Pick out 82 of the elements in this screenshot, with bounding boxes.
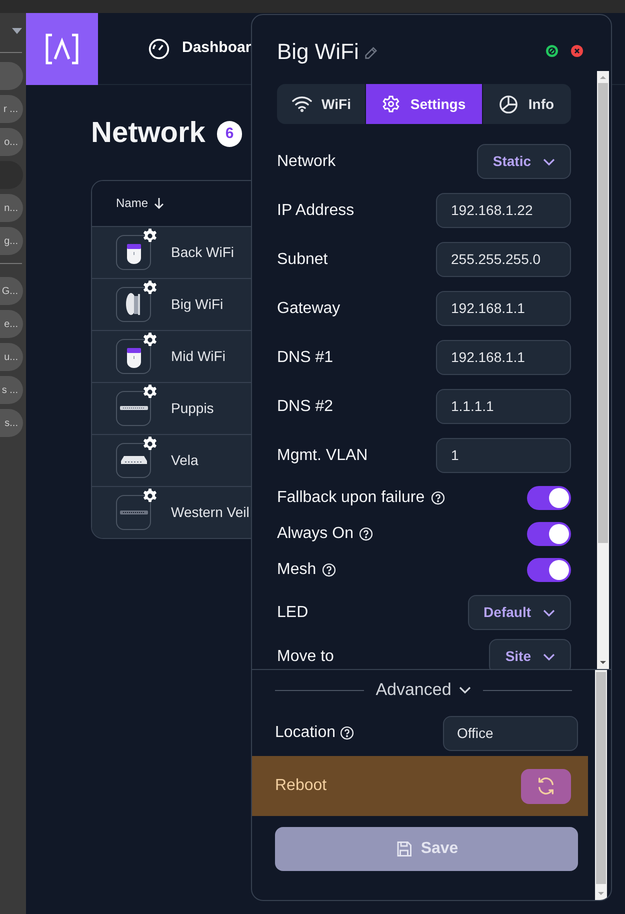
scrollbar[interactable] (597, 71, 609, 669)
device-name: Vela (171, 450, 198, 470)
text-field[interactable]: 192.168.1.22 (436, 193, 571, 228)
info-icon (499, 94, 518, 114)
pencil-icon[interactable] (362, 46, 378, 60)
scrollbar[interactable] (595, 670, 607, 900)
count-badge: 6 (217, 120, 242, 147)
sidebar-item[interactable]: r ... (0, 95, 23, 123)
device-name: Big WiFi (171, 294, 224, 314)
device-image-icon (120, 405, 148, 411)
status-ok-icon[interactable] (546, 45, 558, 57)
text-field[interactable]: 192.168.1.1 (436, 291, 571, 326)
sidebar-item[interactable]: g... (0, 227, 23, 255)
sidebar-item[interactable]: n... (0, 194, 23, 222)
device-name: Puppis (171, 398, 214, 418)
chevron-down-icon (543, 608, 555, 616)
text-field[interactable]: 1.1.1.1 (436, 389, 571, 424)
chevron-down-icon (459, 686, 472, 694)
toggle-switch[interactable] (527, 558, 571, 582)
settings-icon (382, 95, 400, 113)
page-title: Network (91, 116, 206, 151)
save-icon (394, 840, 413, 858)
reboot-button[interactable] (521, 768, 571, 804)
help-icon[interactable] (340, 726, 354, 740)
panel-title: Big WiFi (277, 38, 359, 66)
dropdown[interactable]: Default (468, 595, 571, 630)
nav-link[interactable]: Dashboar (148, 37, 252, 60)
field-label: DNS #2 (277, 396, 334, 416)
help-icon[interactable] (322, 563, 336, 577)
sidebar-item[interactable]: G... (0, 277, 23, 305)
sidebar-item[interactable]: u... (0, 343, 23, 371)
field-label: Always On (277, 524, 354, 544)
chevron-down-icon (543, 652, 555, 660)
dropdown[interactable]: Site (489, 639, 571, 669)
field-label: Subnet (277, 250, 328, 270)
field-label: IP Address (277, 200, 354, 220)
gear-icon[interactable] (142, 332, 158, 348)
help-icon[interactable] (359, 527, 374, 541)
field-label: LED (277, 602, 308, 622)
field-label: Network (277, 152, 336, 172)
gauge-icon (148, 38, 170, 60)
device-image-icon (120, 510, 148, 514)
gear-icon[interactable] (142, 384, 158, 400)
help-icon[interactable] (430, 491, 445, 505)
gear-icon[interactable] (142, 280, 158, 296)
gear-icon[interactable] (142, 488, 158, 504)
sidebar-item[interactable]: s ... (0, 376, 23, 404)
toggle-switch[interactable] (527, 522, 571, 546)
toggle-switch[interactable] (527, 486, 571, 510)
device-image-icon (120, 455, 146, 465)
sidebar-item[interactable]: s... (0, 409, 23, 437)
field-label: Mesh (277, 560, 316, 580)
text-field[interactable]: 1 (436, 438, 571, 473)
field-label: Fallback upon failure (277, 488, 425, 508)
sidebar-item[interactable]: e... (0, 310, 23, 338)
field-label: Location (275, 723, 336, 743)
text-field[interactable]: 192.168.1.1 (436, 340, 571, 375)
gear-icon[interactable] (142, 436, 158, 452)
close-icon[interactable] (571, 45, 583, 57)
device-name: Back WiFi (171, 242, 234, 262)
column-header[interactable]: Name (116, 194, 164, 212)
tab[interactable]: WiFi (277, 84, 366, 124)
location-field[interactable]: Office (443, 716, 578, 750)
device-name: Western Veil (171, 502, 250, 522)
advanced-toggle[interactable]: Advanced (376, 677, 472, 703)
sort-arrow-icon (154, 197, 164, 209)
chevron-down-icon (543, 158, 555, 166)
sidebar-item[interactable]: o... (0, 128, 23, 156)
field-label: Gateway (277, 298, 340, 318)
refresh-icon (536, 776, 556, 796)
gear-icon[interactable] (142, 228, 158, 244)
field-label: Mgmt. VLAN (277, 446, 368, 466)
field-label: Move to (277, 647, 334, 667)
device-name: Mid WiFi (171, 346, 226, 366)
tab[interactable]: Settings (365, 84, 482, 124)
dropdown[interactable]: Static (476, 144, 571, 179)
wifi-icon (292, 96, 312, 112)
tab[interactable]: Info (482, 84, 571, 124)
field-label: DNS #1 (277, 348, 334, 368)
reboot-label: Reboot (275, 776, 327, 796)
text-field[interactable]: 255.255.255.0 (436, 242, 571, 277)
logo-icon[interactable] (26, 12, 98, 84)
